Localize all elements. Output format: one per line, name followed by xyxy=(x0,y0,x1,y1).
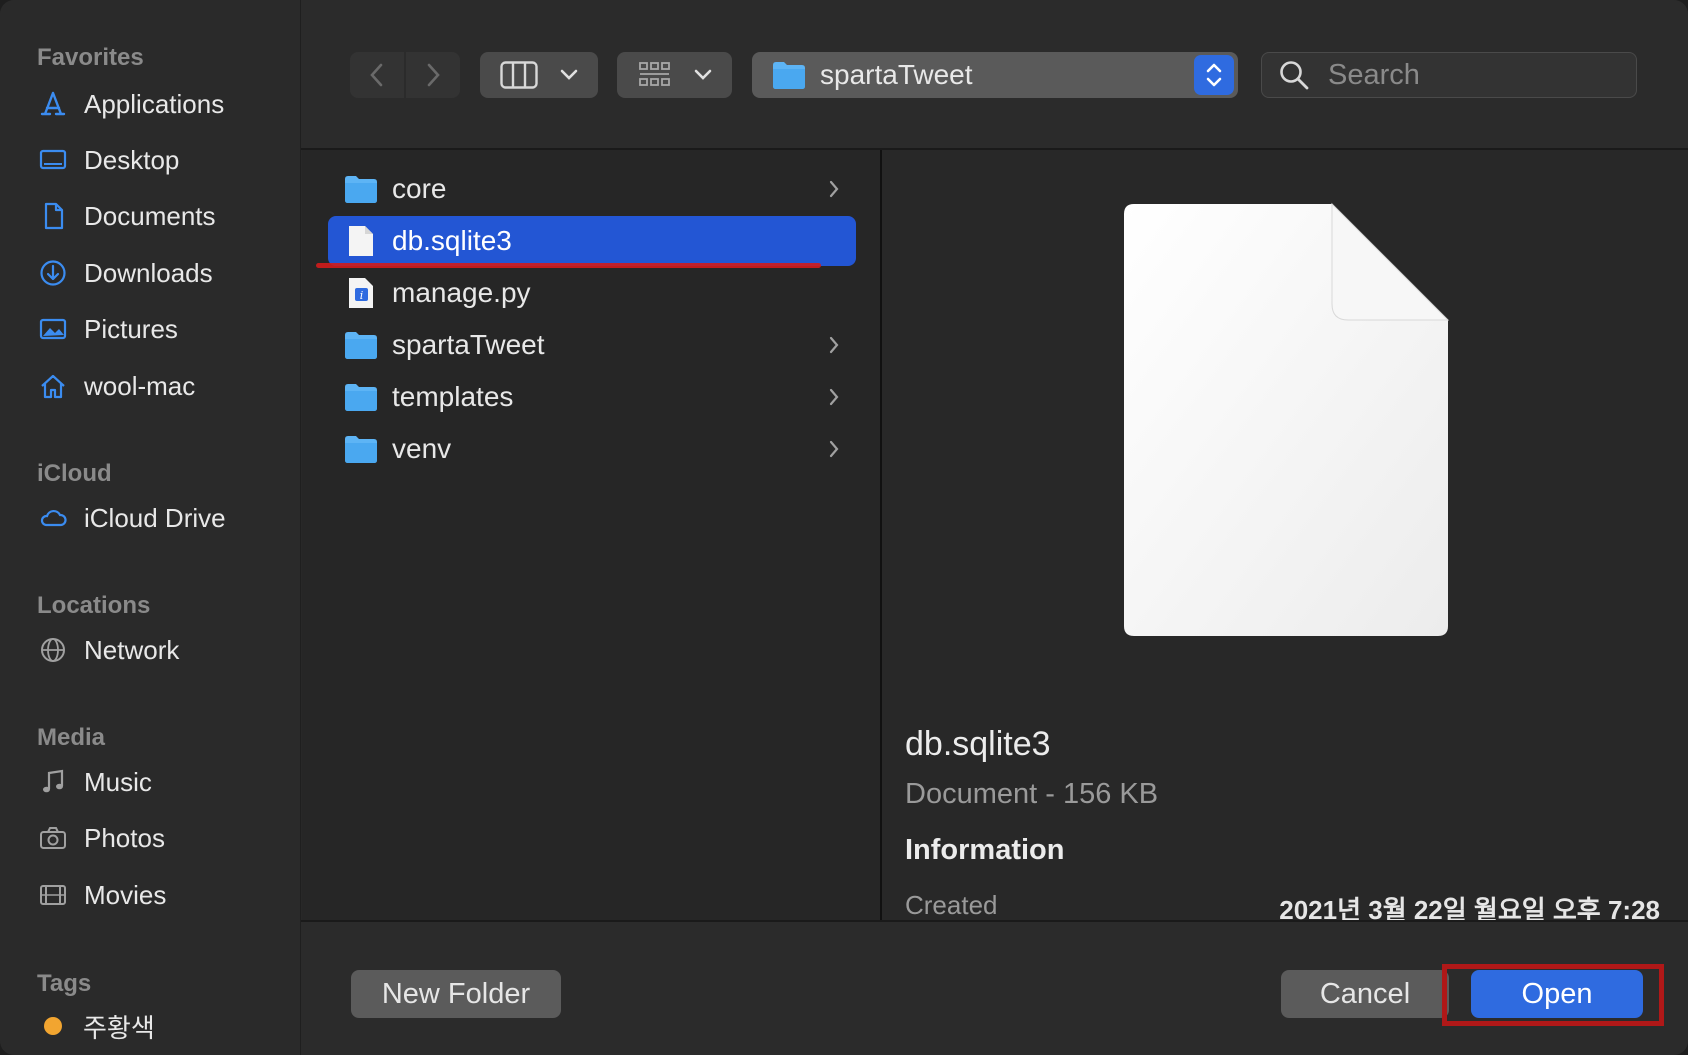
section-locations: Locations xyxy=(37,592,151,619)
sidebar-item-label: iCloud Drive xyxy=(84,502,226,533)
folder-icon xyxy=(342,430,380,468)
section-icloud: iCloud xyxy=(37,460,112,487)
view-mode-button[interactable] xyxy=(480,52,598,98)
sidebar-item-home[interactable]: wool-mac xyxy=(36,364,286,408)
location-label: spartaTweet xyxy=(820,59,973,90)
columns-view-icon xyxy=(500,61,538,89)
back-forward-group xyxy=(350,52,460,98)
folder-icon xyxy=(342,170,380,208)
sidebar-item-label: Pictures xyxy=(84,313,178,344)
new-folder-button[interactable]: New Folder xyxy=(351,970,561,1018)
folder-icon xyxy=(342,378,380,416)
search-icon xyxy=(1280,61,1309,90)
sidebar-item-label: Desktop xyxy=(84,144,180,175)
document-icon xyxy=(342,222,380,260)
back-button[interactable] xyxy=(350,52,404,98)
open-button[interactable]: Open xyxy=(1471,970,1643,1018)
sidebar-item-tag-orange[interactable]: 주황색 xyxy=(36,1004,286,1048)
document-preview-icon xyxy=(1124,202,1450,636)
film-icon xyxy=(36,878,70,912)
grid-icon xyxy=(638,62,670,86)
sidebar-item-network[interactable]: Network xyxy=(36,628,286,672)
file-row-venv[interactable]: venv xyxy=(328,424,856,474)
sidebar-item-applications[interactable]: Applications xyxy=(36,82,286,126)
chevron-right-icon xyxy=(829,440,839,458)
chevron-right-icon xyxy=(829,336,839,354)
sidebar: Favorites Applications Desktop Documents… xyxy=(0,0,301,1055)
chevron-down-icon xyxy=(560,69,578,80)
tag-color-dot xyxy=(44,1017,62,1035)
home-icon xyxy=(36,369,70,403)
sidebar-item-label: Photos xyxy=(84,822,165,853)
preview-created-label: Created xyxy=(905,890,998,920)
camera-icon xyxy=(36,821,70,855)
sidebar-item-label: Applications xyxy=(84,88,225,119)
section-media: Media xyxy=(37,724,106,751)
group-by-button[interactable] xyxy=(617,52,732,98)
search-field xyxy=(1261,52,1637,98)
sidebar-item-desktop[interactable]: Desktop xyxy=(36,138,286,182)
chevron-right-icon xyxy=(829,388,839,406)
python-file-icon: i xyxy=(342,274,380,312)
sidebar-item-label: wool-mac xyxy=(84,370,196,401)
sidebar-item-label: Downloads xyxy=(84,257,213,288)
location-popup[interactable]: spartaTweet xyxy=(752,52,1238,98)
applications-icon xyxy=(36,87,70,121)
music-note-icon xyxy=(36,765,70,799)
preview-file-name: db.sqlite3 xyxy=(905,725,1051,763)
search-input[interactable] xyxy=(1326,57,1610,93)
sidebar-item-music[interactable]: Music xyxy=(36,760,286,804)
folder-icon xyxy=(773,62,805,89)
preview-info-heading: Information xyxy=(905,834,1065,866)
cancel-button[interactable]: Cancel xyxy=(1281,970,1449,1018)
sidebar-item-photos[interactable]: Photos xyxy=(36,816,286,860)
chevron-right-icon xyxy=(427,63,440,87)
file-row-templates[interactable]: templates xyxy=(328,372,856,422)
folder-icon xyxy=(342,326,380,364)
open-file-dialog: Favorites Applications Desktop Documents… xyxy=(0,0,1688,1055)
file-name: venv xyxy=(392,433,452,464)
bottom-bar: New Folder Cancel Open xyxy=(301,920,1688,1055)
annotation-underline xyxy=(316,263,821,268)
chevron-right-icon xyxy=(829,180,839,198)
sidebar-item-icloud-drive[interactable]: iCloud Drive xyxy=(36,496,286,540)
file-row-spartatweet[interactable]: spartaTweet xyxy=(328,320,856,370)
up-down-arrows-icon xyxy=(1194,55,1234,95)
cloud-icon xyxy=(36,501,70,535)
chevron-left-icon xyxy=(370,63,383,87)
file-name: core xyxy=(392,173,447,204)
sidebar-item-label: Movies xyxy=(84,879,167,910)
sidebar-item-label: 주황색 xyxy=(83,1012,155,1043)
file-row-db-sqlite3[interactable]: db.sqlite3 xyxy=(328,216,856,266)
sidebar-item-downloads[interactable]: Downloads xyxy=(36,251,286,295)
desktop-icon xyxy=(36,143,70,177)
sidebar-item-pictures[interactable]: Pictures xyxy=(36,307,286,351)
file-name: db.sqlite3 xyxy=(392,225,512,256)
download-icon xyxy=(36,256,70,290)
sidebar-item-label: Music xyxy=(84,766,152,797)
file-name: spartaTweet xyxy=(392,329,545,360)
sidebar-item-label: Network xyxy=(84,634,180,665)
sidebar-item-label: Documents xyxy=(84,200,216,231)
chevron-down-icon xyxy=(694,69,711,80)
file-row-manage-py[interactable]: i manage.py xyxy=(328,268,856,318)
globe-icon xyxy=(36,633,70,667)
document-icon xyxy=(36,199,70,233)
file-row-core[interactable]: core xyxy=(328,164,856,214)
section-favorites: Favorites xyxy=(37,44,144,71)
svg-text:i: i xyxy=(360,289,364,302)
preview-file-kind: Document - 156 KB xyxy=(905,778,1159,810)
forward-button[interactable] xyxy=(404,52,460,98)
file-name: templates xyxy=(392,381,514,412)
sidebar-item-movies[interactable]: Movies xyxy=(36,873,286,917)
pictures-icon xyxy=(36,312,70,346)
file-name: manage.py xyxy=(392,277,531,308)
section-tags: Tags xyxy=(37,970,92,997)
sidebar-item-documents[interactable]: Documents xyxy=(36,194,286,238)
preview-pane: db.sqlite3 Document - 156 KB Information… xyxy=(882,150,1688,925)
